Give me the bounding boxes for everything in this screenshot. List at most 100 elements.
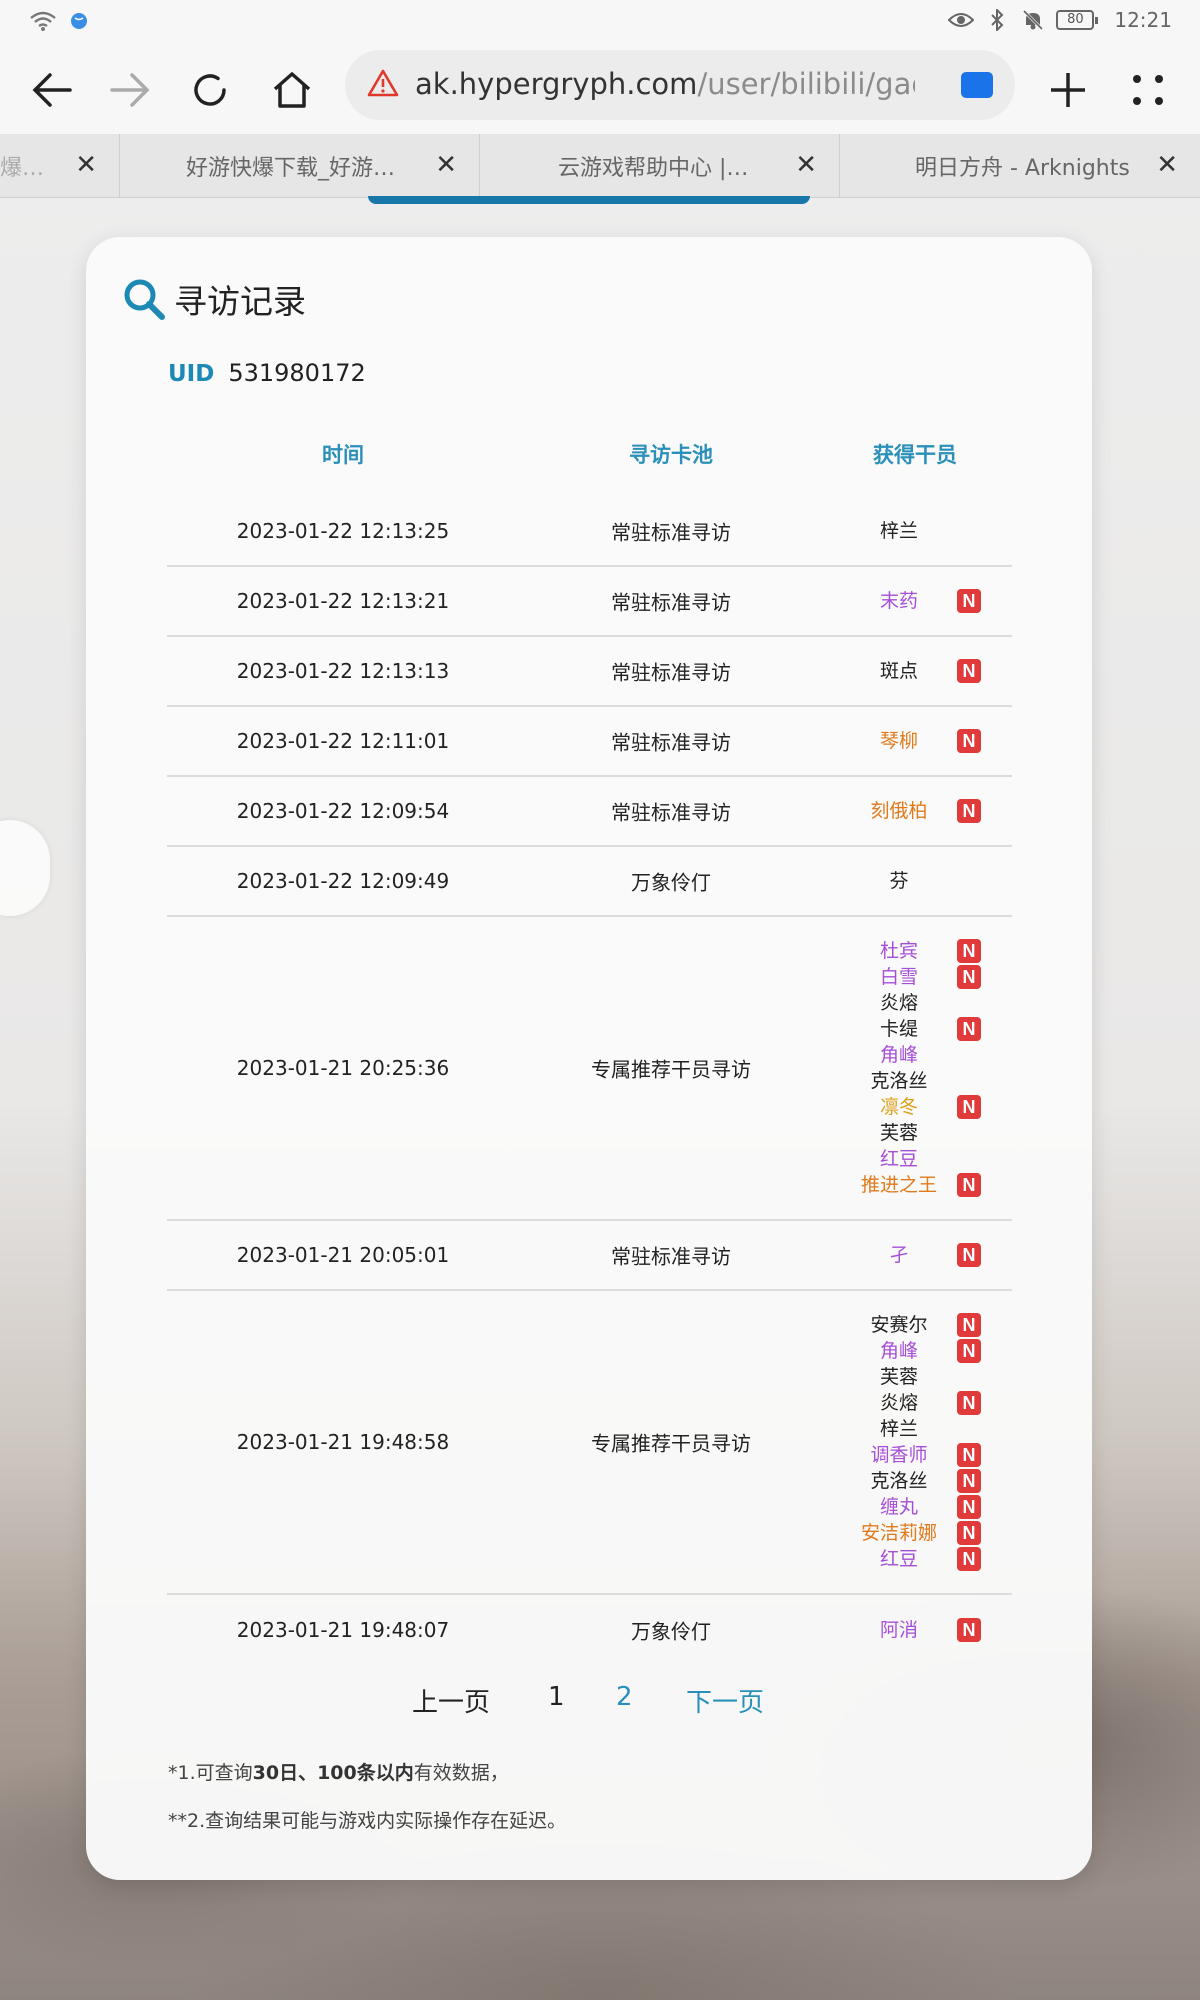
time-cell: 2023-01-22 12:11:01	[236, 729, 450, 753]
operator-entry: 芙蓉	[827, 1364, 987, 1390]
new-badge: N	[957, 1521, 981, 1545]
battery-indicator: 80	[1056, 10, 1099, 30]
menu-button[interactable]	[1118, 60, 1178, 120]
column-header-pool: 寻访卡池	[629, 443, 713, 467]
address-bar[interactable]: ak.hypergryph.com/user/bilibili/gacha	[345, 50, 1015, 120]
operator-entry: 克洛丝 N	[827, 1468, 987, 1494]
operator-entry: 琴柳 N	[827, 728, 987, 754]
operator-entry: 调香师 N	[827, 1442, 987, 1468]
operator-name: 刻俄柏	[870, 800, 928, 822]
page-2-current[interactable]: 2	[616, 1682, 633, 1712]
next-page-link[interactable]: 下一页	[686, 1682, 764, 1719]
operator-entry: 梓兰	[827, 518, 987, 544]
new-badge: N	[957, 1391, 981, 1415]
close-icon[interactable]: ✕	[795, 152, 817, 178]
close-icon[interactable]: ✕	[435, 152, 457, 178]
table-header: 时间 寻访卡池 获得干员	[167, 417, 1012, 497]
tab-3[interactable]: 云游戏帮助中心 |… ✕	[480, 134, 840, 198]
reload-button[interactable]	[180, 60, 240, 120]
prev-page-link[interactable]: 上一页	[412, 1682, 490, 1719]
close-icon[interactable]: ✕	[75, 152, 97, 178]
table-row: 2023-01-21 20:25:36 专属推荐干员寻访 杜宾 N 白雪 N 炎熔 卡缇 N 角峰…	[167, 917, 1012, 1221]
time-cell: 2023-01-22 12:13:21	[236, 589, 450, 613]
operator-name: 凛冬	[879, 1096, 919, 1118]
new-tab-button[interactable]	[1038, 60, 1098, 120]
gacha-record-card: 寻访记录 UID 531980172 时间 寻访卡池 获得干员 2023-01-…	[86, 237, 1092, 1880]
floating-ball[interactable]	[0, 820, 50, 916]
search-icon	[124, 279, 165, 320]
time-cell: 2023-01-22 12:13:25	[236, 519, 450, 543]
operator-name: 芬	[889, 870, 909, 892]
pool-cell: 万象伶仃	[631, 1619, 711, 1644]
close-icon[interactable]: ✕	[1156, 152, 1178, 178]
page-top-bar	[368, 196, 810, 204]
operator-entry: 末药 N	[827, 588, 987, 614]
time-cell: 2023-01-22 12:13:13	[236, 659, 450, 683]
new-badge: N	[957, 1095, 981, 1119]
time-cell: 2023-01-21 20:25:36	[236, 1056, 450, 1080]
new-badge: N	[957, 729, 981, 753]
operators-cell: 阿消 N	[827, 1617, 987, 1643]
column-header-time: 时间	[322, 443, 364, 467]
url-text[interactable]: ak.hypergryph.com/user/bilibili/gacha	[415, 67, 915, 101]
operator-entry: 阿消 N	[827, 1617, 987, 1643]
operator-entry: 炎熔	[827, 990, 987, 1016]
operator-name: 调香师	[870, 1444, 928, 1466]
status-bar: 80 12:21	[0, 0, 1200, 46]
operator-entry: 安洁莉娜 N	[827, 1520, 987, 1546]
operator-name: 炎熔	[879, 1392, 919, 1414]
operator-name: 安洁莉娜	[860, 1522, 938, 1544]
operator-name: 推进之王	[860, 1174, 938, 1196]
operator-name: 角峰	[879, 1340, 919, 1362]
warning-icon[interactable]	[367, 68, 399, 102]
operator-entry: 梓兰	[827, 1416, 987, 1442]
new-badge: N	[957, 965, 981, 989]
table-row: 2023-01-22 12:11:01 常驻标准寻访 琴柳 N	[167, 707, 1012, 777]
uid-label: UID	[168, 361, 215, 387]
operator-entry: 芬	[827, 868, 987, 894]
time-cell: 2023-01-21 19:48:07	[236, 1618, 450, 1642]
note-1: *1.可查询30日、100条以内有效数据，	[168, 1762, 509, 1784]
tab-4[interactable]: 明日方舟 - Arknights ✕	[840, 134, 1200, 198]
new-badge: N	[957, 1173, 981, 1197]
url-path: /user/bilibili/gacha	[697, 67, 915, 101]
table-row: 2023-01-22 12:13:13 常驻标准寻访 斑点 N	[167, 637, 1012, 707]
forward-button[interactable]	[100, 60, 160, 120]
time-cell: 2023-01-22 12:09:54	[236, 799, 450, 823]
table-row: 2023-01-21 20:05:01 常驻标准寻访孑 N	[167, 1221, 1012, 1291]
url-domain: ak.hypergryph.com	[415, 67, 698, 101]
operator-name: 斑点	[879, 660, 919, 682]
operator-name: 炎熔	[879, 992, 919, 1014]
pool-cell: 常驻标准寻访	[611, 520, 731, 545]
pool-cell: 常驻标准寻访	[611, 1244, 731, 1269]
new-badge: N	[957, 1618, 981, 1642]
operator-name: 末药	[879, 590, 919, 612]
back-button[interactable]	[22, 60, 82, 120]
clock: 12:21	[1114, 8, 1172, 32]
cast-screen-icon[interactable]	[961, 72, 993, 98]
operator-name: 红豆	[879, 1548, 919, 1570]
tab-1[interactable]: 爆… ✕	[0, 134, 120, 198]
operator-entry: 安赛尔 N	[827, 1312, 987, 1338]
new-badge: N	[957, 1339, 981, 1363]
operator-name: 角峰	[879, 1044, 919, 1066]
operator-name: 孑	[889, 1244, 909, 1266]
pool-cell: 常驻标准寻访	[611, 800, 731, 825]
operator-name: 卡缇	[879, 1018, 919, 1040]
operator-entry: 克洛丝	[827, 1068, 987, 1094]
operator-name: 阿消	[879, 1619, 919, 1641]
time-cell: 2023-01-21 20:05:01	[236, 1243, 450, 1267]
table-body: 2023-01-22 12:13:25 常驻标准寻访 梓兰 2023-01-22 12…	[167, 497, 1012, 1665]
tab-2[interactable]: 好游快爆下载_好游… ✕	[120, 134, 480, 198]
new-badge: N	[957, 939, 981, 963]
pool-cell: 专属推荐干员寻访	[591, 1431, 751, 1456]
operator-entry: 红豆	[827, 1146, 987, 1172]
uid-value: 531980172	[228, 359, 366, 387]
page-title: 寻访记录	[174, 282, 306, 321]
operator-name: 梓兰	[879, 520, 919, 542]
pool-cell: 专属推荐干员寻访	[591, 1057, 751, 1082]
home-button[interactable]	[262, 60, 322, 120]
operator-name: 芙蓉	[879, 1122, 919, 1144]
operators-cell: 刻俄柏 N	[827, 798, 987, 824]
page-1-link[interactable]: 1	[548, 1682, 565, 1712]
